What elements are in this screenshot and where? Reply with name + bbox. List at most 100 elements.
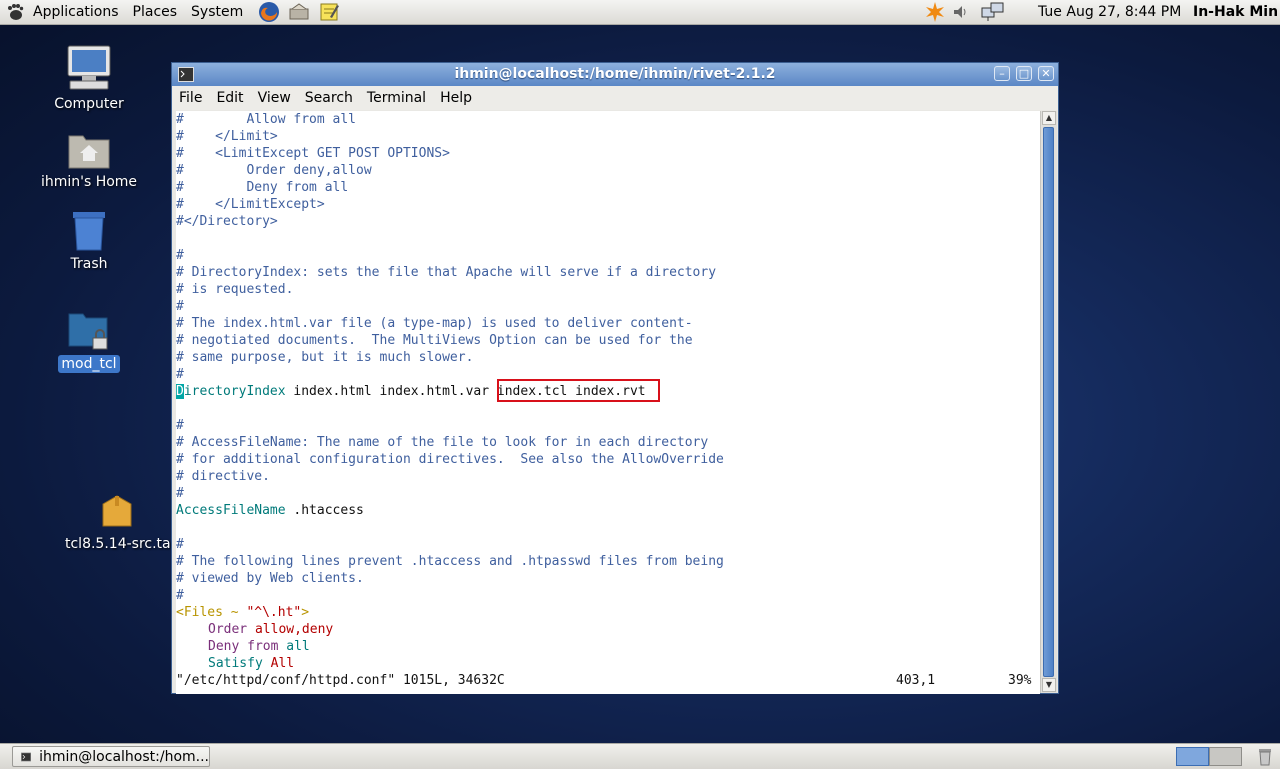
scrollbar-thumb[interactable] [1043, 127, 1054, 677]
trash-applet-icon[interactable] [1256, 747, 1274, 766]
menu-view[interactable]: View [251, 90, 298, 106]
order-line: Order allow,deny [208, 621, 333, 638]
terminal-line: # AccessFileName: The name of the file t… [176, 435, 709, 450]
bottom-panel: ihmin@localhost:/hom... [0, 743, 1280, 769]
terminal-line: # [176, 537, 184, 552]
menu-search[interactable]: Search [298, 90, 360, 106]
computer-icon [67, 45, 111, 90]
text-editor-launcher-icon[interactable] [318, 1, 340, 23]
taskbar-terminal-button[interactable]: ihmin@localhost:/hom... [12, 746, 210, 767]
network-icon[interactable] [981, 0, 1005, 24]
vim-status-file: "/etc/httpd/conf/httpd.conf" 1015L, 3463… [176, 673, 505, 688]
system-menu[interactable]: System [184, 0, 250, 24]
mail-launcher-icon[interactable] [288, 1, 310, 23]
directive-values: index.html index.html.var [285, 384, 497, 399]
update-notifier-icon[interactable] [924, 0, 946, 24]
scroll-down-icon[interactable]: ▼ [1042, 678, 1056, 692]
satisfy-value: All [270, 656, 295, 671]
terminal-line: # is requested. [176, 282, 294, 297]
desktop-icon-label: mod_tcl [58, 355, 120, 373]
terminal-icon [21, 752, 32, 761]
terminal-line: # </LimitExcept> [176, 197, 325, 212]
desktop-icon-label: ihmin's Home [40, 174, 138, 190]
terminal-line: # <LimitExcept GET POST OPTIONS> [176, 146, 450, 161]
gnome-foot-icon[interactable] [6, 3, 24, 21]
satisfy-line: Satisfy All [208, 655, 294, 672]
taskbar-terminal-label: ihmin@localhost:/hom... [39, 748, 209, 765]
terminal-output[interactable]: # Allow from all # </Limit> # <LimitExce… [176, 111, 1040, 694]
user-switcher[interactable]: In-Hak Min [1193, 0, 1278, 24]
terminal-line: # same purpose, but it is much slower. [176, 350, 474, 365]
menu-file[interactable]: File [172, 90, 209, 106]
terminal-line: # directive. [176, 469, 270, 484]
terminal-line: # [176, 588, 184, 603]
terminal-line: # viewed by Web clients. [176, 571, 364, 586]
terminal-line: # [176, 248, 184, 263]
terminal-line: # negotiated documents. The MultiViews O… [176, 333, 693, 348]
terminal-line: # for additional configuration directive… [176, 452, 724, 467]
directive-value: .htaccess [285, 503, 364, 518]
order-keyword: Order [208, 622, 248, 637]
highlight-annotation-box [497, 379, 660, 402]
home-folder-icon [68, 135, 110, 169]
maximize-button[interactable]: □ [1016, 66, 1032, 81]
desktop-icon-home[interactable]: ihmin's Home [34, 130, 144, 191]
locked-folder-icon [68, 313, 108, 350]
window-title: ihmin@localhost:/home/ihmin/rivet-2.1.2 [454, 66, 776, 82]
window-titlebar[interactable]: ihmin@localhost:/home/ihmin/rivet-2.1.2 … [172, 63, 1058, 86]
terminal-line: # [176, 418, 184, 433]
archive-package-icon [102, 495, 132, 527]
terminal-line: # [176, 486, 184, 501]
vim-status-percent: 39% [1008, 673, 1032, 688]
text-cursor: D [176, 384, 184, 399]
window-menubar: File Edit View Search Terminal Help [172, 86, 1058, 110]
vim-status-position: 403,1 [896, 673, 936, 688]
places-menu[interactable]: Places [126, 0, 185, 24]
files-pattern: "^\.ht" [246, 605, 302, 620]
directive-keyword: AccessFileName [176, 503, 286, 518]
desktop-icon-label: Trash [70, 256, 108, 272]
firefox-launcher-icon[interactable] [258, 1, 280, 23]
volume-icon[interactable] [952, 0, 970, 24]
workspace-switcher [1176, 747, 1246, 766]
terminal-line: # Allow from all [176, 112, 357, 127]
top-panel: Applications Places System Tue Aug 27, 8… [0, 0, 1280, 25]
clock[interactable]: Tue Aug 27, 8:44 PM [1038, 0, 1181, 24]
minimize-button[interactable]: – [994, 66, 1010, 81]
terminal-line: # </Limit> [176, 129, 278, 144]
deny-value: all [286, 639, 310, 654]
terminal-line: # The following lines prevent .htaccess … [176, 554, 724, 569]
terminal-line: # The index.html.var file (a type-map) i… [176, 316, 693, 331]
deny-from: from [247, 639, 279, 654]
terminal-window: ihmin@localhost:/home/ihmin/rivet-2.1.2 … [171, 62, 1059, 694]
workspace-2[interactable] [1209, 747, 1242, 766]
order-value: allow,deny [254, 622, 334, 637]
satisfy-keyword: Satisfy [208, 656, 263, 671]
desktop-icon-trash[interactable]: Trash [34, 210, 144, 273]
menu-help[interactable]: Help [433, 90, 479, 106]
workspace-1[interactable] [1176, 747, 1209, 766]
files-open-tag-line: <Files ~ "^\.ht"> [176, 604, 309, 621]
access-file-line: AccessFileName .htaccess [176, 502, 364, 519]
desktop-icon-mod-tcl[interactable]: mod_tcl [34, 310, 144, 373]
terminal-line: # DirectoryIndex: sets the file that Apa… [176, 265, 717, 280]
files-tag-close: > [301, 605, 310, 620]
desktop-icon-computer[interactable]: Computer [34, 44, 144, 113]
desktop-icon-tcl-archive[interactable]: tcl8.5.14-src.tar.gz [62, 492, 196, 553]
applications-menu[interactable]: Applications [26, 0, 126, 24]
menu-edit[interactable]: Edit [209, 90, 250, 106]
deny-keyword: Deny [208, 639, 240, 654]
menu-terminal[interactable]: Terminal [360, 90, 433, 106]
terminal-scrollbar[interactable]: ▲ ▼ [1040, 111, 1057, 693]
desktop-icon-label: Computer [54, 96, 124, 112]
close-button[interactable]: ✕ [1038, 66, 1054, 81]
terminal-line: # Deny from all [176, 180, 349, 195]
terminal-line: # [176, 299, 184, 314]
terminal-line: # Order deny,allow [176, 163, 372, 178]
deny-line: Deny from all [208, 638, 310, 655]
files-tag: <Files ~ [176, 605, 247, 620]
trash-icon [73, 212, 105, 251]
scroll-up-icon[interactable]: ▲ [1042, 111, 1056, 125]
terminal-line: #</Directory> [176, 214, 278, 229]
directive-keyword: irectoryIndex [183, 384, 286, 399]
